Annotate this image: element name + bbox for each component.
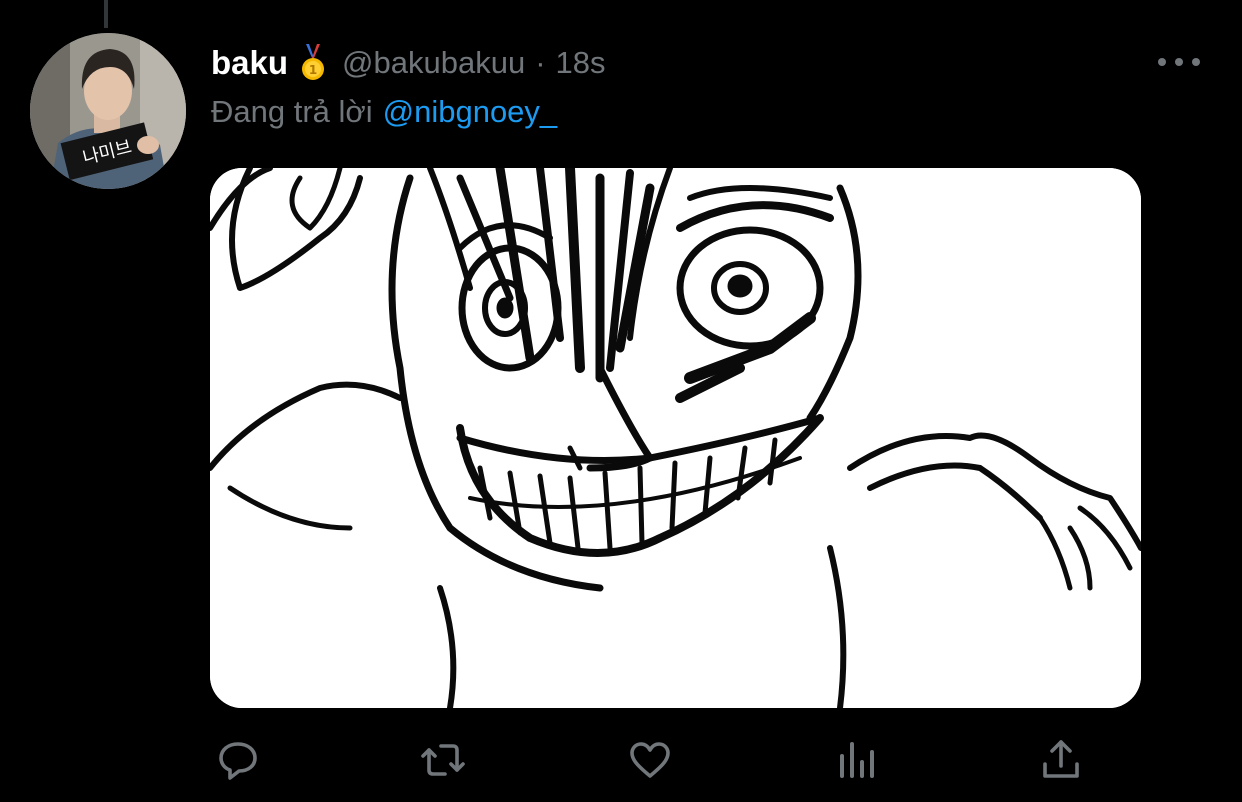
tweet-media-image[interactable]: [210, 168, 1141, 708]
replying-to: Đang trả lời @nibgnoey_: [211, 92, 557, 132]
like-button[interactable]: [622, 732, 678, 788]
heart-icon: [626, 736, 674, 784]
analytics-icon: [832, 736, 880, 784]
gold-medal-icon: 1: [300, 44, 326, 82]
reply-icon: [214, 736, 262, 784]
analytics-button[interactable]: [828, 732, 884, 788]
tweet-header: baku 1 @bakubakuu · 18s: [211, 40, 606, 86]
separator-dot: ·: [535, 45, 546, 80]
share-button[interactable]: [1033, 732, 1089, 788]
thread-line: [104, 0, 108, 28]
reply-mention-link[interactable]: @nibgnoey_: [383, 94, 558, 130]
share-icon: [1037, 736, 1085, 784]
tweet[interactable]: 나미브 baku 1 @bakubakuu · 18s Đang trả lời…: [0, 0, 1242, 802]
avatar[interactable]: 나미브: [30, 33, 186, 189]
retweet-button[interactable]: [415, 732, 471, 788]
reply-button[interactable]: [210, 732, 266, 788]
svg-text:1: 1: [309, 63, 317, 77]
more-options-icon[interactable]: [1158, 52, 1200, 72]
tweet-action-bar: [210, 732, 1090, 788]
user-handle[interactable]: @bakubakuu: [342, 45, 525, 81]
replying-to-label: Đang trả lời: [211, 94, 373, 129]
display-name[interactable]: baku: [211, 44, 288, 82]
retweet-icon: [419, 736, 467, 784]
tweet-timestamp[interactable]: 18s: [556, 45, 606, 81]
